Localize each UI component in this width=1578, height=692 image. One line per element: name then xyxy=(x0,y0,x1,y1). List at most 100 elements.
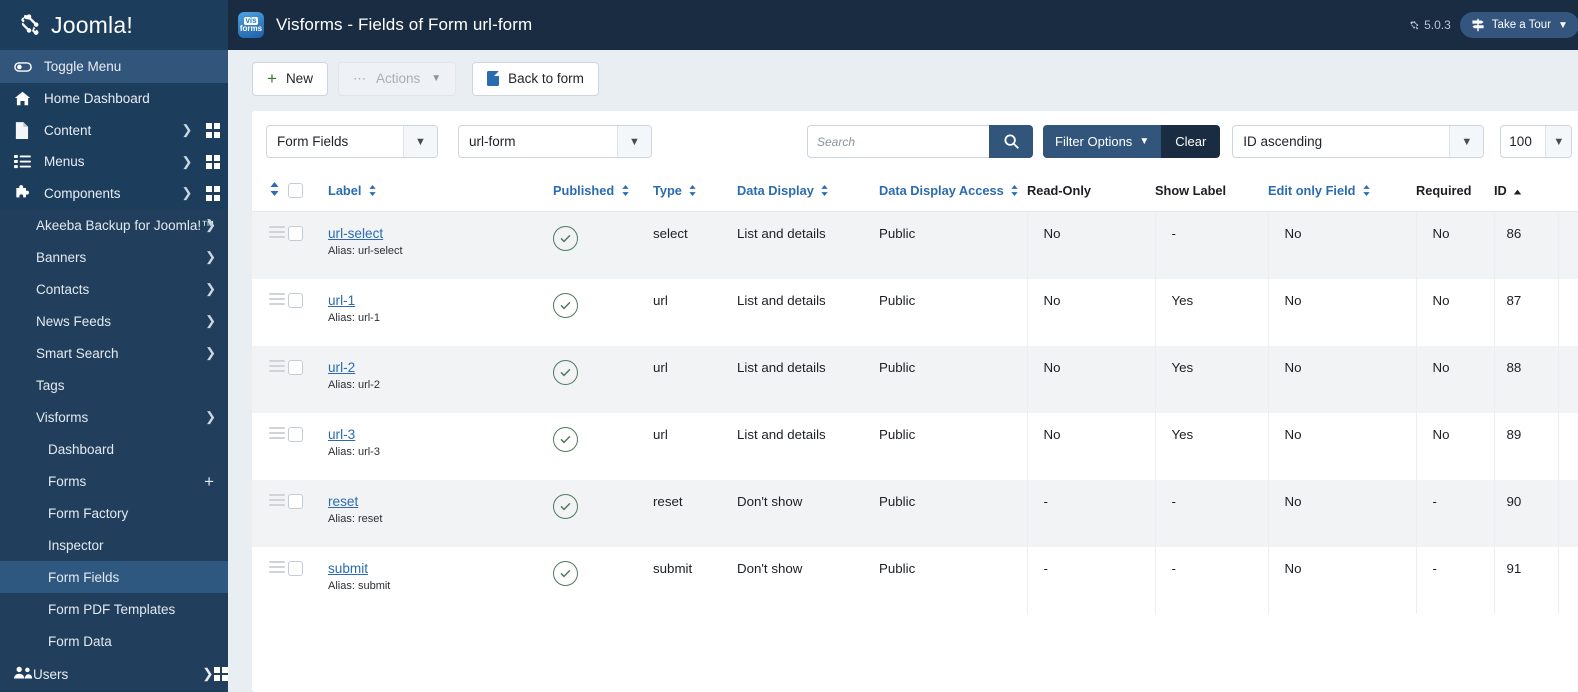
row-drag-cell[interactable] xyxy=(252,547,288,614)
field-label-link[interactable]: submit xyxy=(328,561,368,576)
published-icon[interactable] xyxy=(553,292,578,318)
actions-button[interactable]: ⋯ Actions ▼ xyxy=(337,61,457,96)
sidebar-item-menus[interactable]: Menus ❯ xyxy=(0,146,228,178)
sidebar-item-content[interactable]: Content ❯ xyxy=(0,115,228,147)
filter-options-button[interactable]: Filter Options ▼ xyxy=(1043,125,1162,158)
th-label[interactable]: Label xyxy=(328,172,553,212)
chevron-right-icon[interactable]: ❯ xyxy=(176,154,198,170)
joomla-logo[interactable]: Joomla! xyxy=(0,0,228,50)
chevron-right-icon[interactable]: ❯ xyxy=(176,122,198,138)
drag-handle[interactable] xyxy=(269,359,285,372)
th-type[interactable]: Type xyxy=(629,172,737,212)
form-select[interactable]: url-form ▼ xyxy=(458,125,652,158)
sidebar-item-form-fields[interactable]: Form Fields xyxy=(0,561,228,593)
published-icon[interactable] xyxy=(553,560,578,586)
row-actions-cell[interactable] xyxy=(1557,278,1578,346)
row-checkbox-cell[interactable] xyxy=(288,479,328,547)
sidebar-item-form-factory[interactable]: Form Factory xyxy=(0,497,228,529)
back-to-form-button[interactable]: Back to form xyxy=(472,61,599,96)
sidebar-item-home-dashboard[interactable]: Home Dashboard xyxy=(0,83,228,115)
th-data-display-access[interactable]: Data Display Access xyxy=(879,172,1027,212)
chevron-right-icon[interactable]: ❯ xyxy=(205,345,216,361)
sidebar-item-smart-search[interactable]: Smart Search ❯ xyxy=(0,337,228,369)
chevron-right-icon[interactable]: ❯ xyxy=(205,217,216,233)
row-checkbox-cell[interactable] xyxy=(288,547,328,614)
row-checkbox[interactable] xyxy=(288,426,303,442)
sidebar-item-forms[interactable]: Forms + xyxy=(0,465,228,497)
row-actions-cell[interactable] xyxy=(1557,345,1578,413)
new-button[interactable]: + New xyxy=(252,61,328,96)
th-published[interactable]: Published xyxy=(553,172,629,212)
sidebar-item-users[interactable]: Users ❯ xyxy=(0,657,228,691)
sidebar-item-components[interactable]: Components ❯ xyxy=(0,178,228,210)
th-ordering[interactable] xyxy=(252,172,288,212)
field-label-link[interactable]: url-select xyxy=(328,226,383,241)
chevron-down-icon[interactable]: ❯ xyxy=(205,409,216,425)
ordering-select[interactable]: ID ascending ▼ xyxy=(1232,125,1485,158)
row-checkbox-cell[interactable] xyxy=(288,211,328,279)
published-icon[interactable] xyxy=(553,359,578,385)
sidebar-item-inspector[interactable]: Inspector xyxy=(0,529,228,561)
sidebar-item-contacts[interactable]: Contacts ❯ xyxy=(0,273,228,305)
sidebar-item-news-feeds[interactable]: News Feeds ❯ xyxy=(0,305,228,337)
row-checkbox[interactable] xyxy=(288,560,303,576)
field-label-link[interactable]: url-2 xyxy=(328,360,355,375)
row-checkbox[interactable] xyxy=(288,292,303,308)
grid-icon[interactable] xyxy=(198,154,228,169)
drag-handle[interactable] xyxy=(269,426,285,439)
sidebar-item-dashboard[interactable]: Dashboard xyxy=(0,433,228,465)
drag-handle[interactable] xyxy=(269,493,285,506)
field-label-link[interactable]: url-3 xyxy=(328,427,355,442)
drag-handle[interactable] xyxy=(269,226,285,238)
chevron-down-icon[interactable]: ❯ xyxy=(176,185,198,201)
th-edit-only-field[interactable]: Edit only Field xyxy=(1268,172,1416,212)
sidebar-item-banners[interactable]: Banners ❯ xyxy=(0,241,228,273)
scope-select[interactable]: Form Fields ▼ xyxy=(266,125,438,158)
row-checkbox[interactable] xyxy=(288,359,303,375)
sidebar-item-toggle-menu[interactable]: Toggle Menu xyxy=(0,50,228,83)
select-all-checkbox[interactable] xyxy=(288,183,303,198)
grid-icon[interactable] xyxy=(198,123,228,138)
row-actions-cell[interactable] xyxy=(1557,546,1578,614)
sidebar-item-form-pdf-templates[interactable]: Form PDF Templates xyxy=(0,593,228,625)
published-icon[interactable] xyxy=(553,493,578,519)
field-label-link[interactable]: reset xyxy=(328,494,358,509)
row-drag-cell[interactable] xyxy=(252,413,288,480)
th-id[interactable]: ID xyxy=(1494,172,1558,212)
chevron-right-icon[interactable]: ❯ xyxy=(205,313,216,329)
published-icon[interactable] xyxy=(553,426,578,452)
chevron-right-icon[interactable]: ❯ xyxy=(202,666,213,682)
list-limit-select[interactable]: 100 ▼ xyxy=(1500,125,1573,158)
row-drag-cell[interactable] xyxy=(252,211,288,279)
field-label-link[interactable]: url-1 xyxy=(328,293,355,308)
row-checkbox-cell[interactable] xyxy=(288,279,328,346)
sidebar-item-visforms[interactable]: Visforms ❯ xyxy=(0,401,228,433)
drag-handle[interactable] xyxy=(269,560,285,573)
row-actions-cell[interactable] xyxy=(1557,479,1578,547)
th-row-actions[interactable] xyxy=(1558,172,1578,212)
row-checkbox-cell[interactable] xyxy=(288,345,328,413)
published-icon[interactable] xyxy=(553,226,578,251)
sidebar-item-tags[interactable]: Tags xyxy=(0,369,228,401)
chevron-right-icon[interactable]: ❯ xyxy=(205,281,216,297)
row-drag-cell[interactable] xyxy=(252,479,288,547)
search-button[interactable] xyxy=(989,125,1033,158)
grid-icon[interactable] xyxy=(198,186,228,201)
row-checkbox-cell[interactable] xyxy=(288,413,328,480)
search-input[interactable] xyxy=(807,125,989,158)
take-a-tour-button[interactable]: Take a Tour ▼ xyxy=(1459,12,1578,38)
sidebar-item-form-data[interactable]: Form Data xyxy=(0,625,228,657)
th-data-display[interactable]: Data Display xyxy=(737,172,879,212)
row-drag-cell[interactable] xyxy=(252,345,288,413)
add-form-icon[interactable]: + xyxy=(204,473,214,490)
clear-button[interactable]: Clear xyxy=(1161,125,1221,158)
row-checkbox[interactable] xyxy=(288,493,303,509)
row-checkbox[interactable] xyxy=(288,226,303,241)
row-actions-cell[interactable] xyxy=(1557,412,1578,480)
row-actions-cell[interactable] xyxy=(1557,211,1578,279)
sidebar-item-akeeba-backup[interactable]: Akeeba Backup for Joomla!™ ❯ xyxy=(0,209,228,241)
drag-handle[interactable] xyxy=(269,292,285,305)
grid-icon[interactable] xyxy=(213,666,228,682)
chevron-right-icon[interactable]: ❯ xyxy=(205,249,216,265)
row-drag-cell[interactable] xyxy=(252,279,288,346)
